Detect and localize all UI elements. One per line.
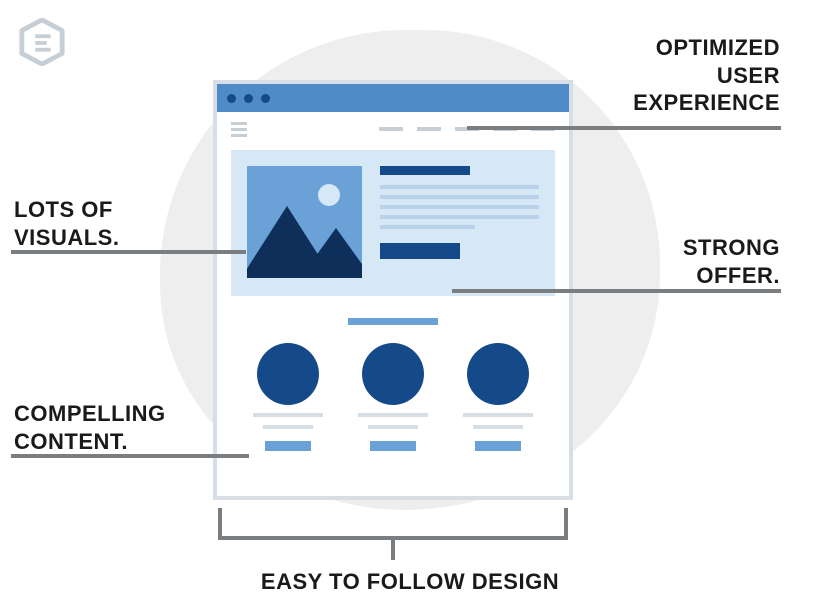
feature-circle-icon (362, 343, 424, 405)
hero-image-icon (247, 166, 362, 278)
hero-text-block (380, 166, 539, 280)
cta-button-placeholder (380, 243, 460, 259)
feature-row (217, 343, 569, 451)
text-line-placeholder (380, 225, 475, 229)
feature-circle-icon (467, 343, 529, 405)
browser-title-bar (217, 84, 569, 112)
mountain-icon (300, 228, 362, 278)
callout-line (467, 126, 781, 130)
nav-link-placeholder (379, 127, 403, 131)
text-line-placeholder (263, 425, 313, 429)
feature-item (353, 343, 433, 451)
sun-icon (318, 184, 340, 206)
callout-optimized-ux: OPTIMIZED USER EXPERIENCE (633, 34, 780, 117)
feature-button-placeholder (475, 441, 521, 451)
callout-visuals: LOTS OF VISUALS. (14, 196, 119, 251)
bracket-line (391, 540, 395, 560)
feature-circle-icon (257, 343, 319, 405)
callout-easy-design: EASY TO FOLLOW DESIGN (0, 568, 820, 596)
headline-placeholder (380, 166, 470, 175)
text-line-placeholder (380, 195, 539, 199)
feature-button-placeholder (370, 441, 416, 451)
hamburger-icon (231, 122, 247, 137)
callout-line (452, 289, 781, 293)
logo-icon (18, 18, 66, 66)
callout-strong-offer: STRONG OFFER. (683, 234, 780, 289)
callout-compelling-content: COMPELLING CONTENT. (14, 400, 166, 455)
text-line-placeholder (380, 215, 539, 219)
text-line-placeholder (473, 425, 523, 429)
text-line-placeholder (380, 205, 539, 209)
text-line-placeholder (368, 425, 418, 429)
text-line-placeholder (253, 413, 323, 417)
text-line-placeholder (358, 413, 428, 417)
feature-button-placeholder (265, 441, 311, 451)
nav-link-placeholder (417, 127, 441, 131)
window-dot-icon (227, 94, 236, 103)
window-dot-icon (244, 94, 253, 103)
hero-section (231, 150, 555, 296)
window-dot-icon (261, 94, 270, 103)
text-line-placeholder (380, 185, 539, 189)
feature-item (458, 343, 538, 451)
section-divider (348, 318, 438, 325)
feature-item (248, 343, 328, 451)
text-line-placeholder (463, 413, 533, 417)
